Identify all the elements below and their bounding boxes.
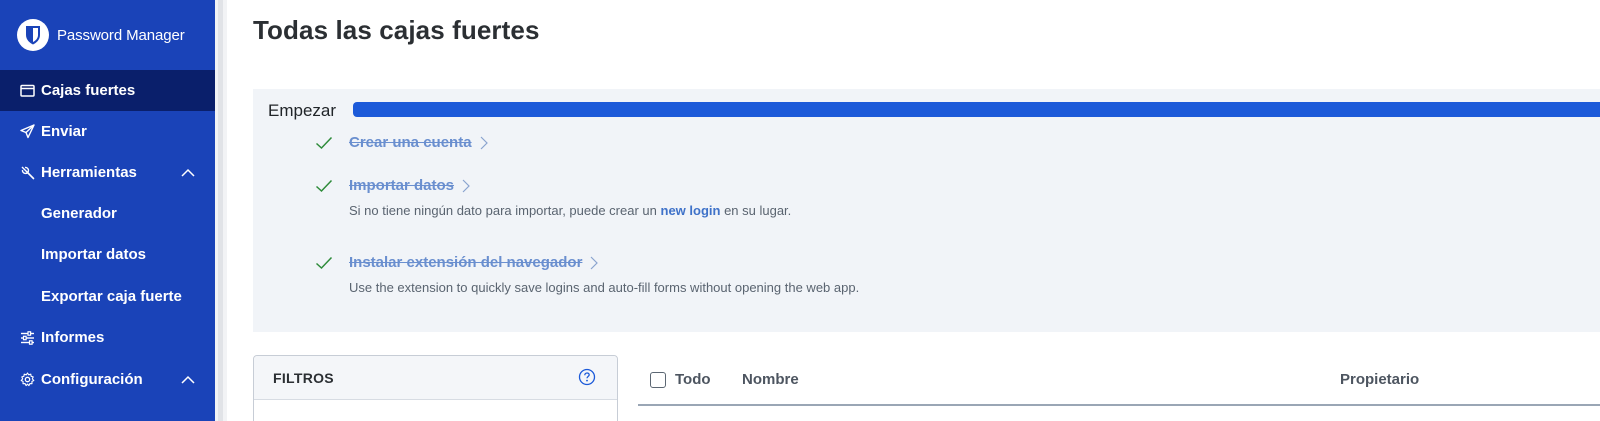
sidebar-item-importar-datos[interactable]: Importar datos — [0, 234, 215, 275]
sidebar-item-informes[interactable]: Informes — [0, 317, 215, 358]
vault-icon — [19, 83, 35, 99]
column-header-nombre[interactable]: Nombre — [742, 371, 799, 388]
sidebar-item-label: Enviar — [41, 123, 87, 140]
gear-icon — [19, 372, 35, 388]
sidebar-item-label: Informes — [41, 329, 105, 346]
chevron-right-icon — [589, 256, 599, 270]
task-label: Crear una cuenta — [349, 134, 472, 151]
sidebar-item-label: Cajas fuertes — [41, 82, 136, 99]
sidebar-item-label: Generador — [41, 205, 117, 222]
task-label: Importar datos — [349, 177, 455, 194]
page-title: Todas las cajas fuertes — [253, 15, 540, 45]
sidebar-item-label: Exportar caja fuerte — [41, 288, 182, 305]
task-description: Use the extension to quickly save logins… — [349, 280, 860, 295]
filters-panel: FILTROS — [253, 355, 618, 421]
task-link-instalar-extension[interactable]: Instalar extensión del navegador — [349, 254, 599, 271]
task-desc-text: en su lugar. — [720, 203, 792, 218]
task-description: Si no tiene ningún dato para importar, p… — [349, 203, 791, 218]
task-link-crear-cuenta[interactable]: Crear una cuenta — [349, 134, 489, 151]
select-all-checkbox[interactable] — [650, 372, 666, 388]
chevron-right-icon — [479, 136, 489, 150]
select-all-label[interactable]: Todo — [675, 371, 711, 388]
new-login-link[interactable]: new login — [661, 203, 721, 218]
column-header-propietario[interactable]: Propietario — [1340, 371, 1419, 388]
check-icon — [315, 134, 333, 152]
sidebar-item-label: Importar datos — [41, 246, 147, 263]
sidebar: Password Manager Cajas fuertes Enviar He… — [0, 0, 215, 421]
chevron-up-icon[interactable] — [180, 165, 196, 181]
sidebar-item-enviar[interactable]: Enviar — [0, 111, 215, 152]
sidebar-item-cajas-fuertes[interactable]: Cajas fuertes — [0, 70, 215, 111]
sidebar-item-herramientas[interactable]: Herramientas — [0, 152, 215, 193]
task-link-importar-datos[interactable]: Importar datos — [349, 177, 471, 194]
filters-header: FILTROS — [254, 356, 617, 400]
chevron-up-icon[interactable] — [180, 372, 196, 388]
help-icon[interactable] — [578, 368, 596, 386]
filters-title: FILTROS — [273, 370, 334, 386]
shield-logo-icon — [17, 19, 49, 51]
task-desc-text: Si no tiene ningún dato para importar, p… — [349, 203, 661, 218]
scrollbar[interactable] — [218, 0, 223, 421]
onboarding-panel: Empezar Crear una cuenta Importar datos … — [253, 89, 1600, 332]
task-label: Instalar extensión del navegador — [349, 254, 583, 271]
onboarding-progress-bar — [353, 102, 1600, 117]
app-root: Password Manager Cajas fuertes Enviar He… — [0, 0, 1600, 421]
sidebar-item-exportar-caja-fuerte[interactable]: Exportar caja fuerte — [0, 276, 215, 317]
wrench-icon — [19, 165, 35, 181]
sidebar-item-label: Configuración — [41, 371, 143, 388]
onboarding-title: Empezar — [268, 101, 337, 120]
check-icon — [315, 254, 333, 272]
vault-table-header: Todo Nombre Propietario — [638, 360, 1600, 406]
chevron-right-icon — [461, 179, 471, 193]
sidebar-item-configuracion[interactable]: Configuración — [0, 359, 215, 400]
check-icon — [315, 177, 333, 195]
brand-name: Password Manager — [57, 26, 185, 44]
send-icon — [19, 124, 35, 140]
sidebar-item-label: Herramientas — [41, 164, 137, 181]
sidebar-item-generador[interactable]: Generador — [0, 193, 215, 234]
sliders-icon — [19, 330, 35, 346]
brand[interactable]: Password Manager — [17, 19, 185, 51]
